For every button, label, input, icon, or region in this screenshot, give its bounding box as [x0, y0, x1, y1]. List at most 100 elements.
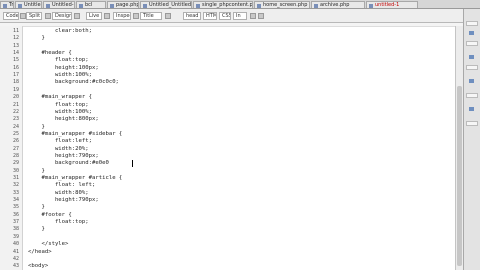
toolbar-icon[interactable]	[250, 13, 256, 19]
file-icon	[369, 4, 373, 8]
document-tab[interactable]: page.php	[107, 1, 139, 8]
code-text: }	[28, 204, 45, 211]
line-number: 16	[12, 64, 19, 71]
code-line: 23 height:800px;	[0, 116, 455, 123]
code-line: 36 #footer {	[0, 212, 455, 219]
code-text: height:790px;	[28, 197, 99, 204]
code-text: height:100px;	[28, 64, 99, 71]
code-line: 38 }	[0, 226, 455, 233]
panel-button[interactable]	[466, 121, 478, 126]
scrollbar-thumb[interactable]	[457, 86, 462, 266]
file-icon	[79, 4, 83, 8]
code-text: }	[28, 35, 45, 42]
line-number: 29	[12, 160, 19, 167]
tab-label: bcl	[85, 2, 93, 8]
toolbar-item[interactable]: Live	[86, 12, 102, 20]
panel-icon[interactable]	[469, 31, 474, 35]
code-text: #footer {	[28, 211, 72, 218]
tab-label: home_screen.php	[263, 2, 308, 8]
line-number: 43	[12, 263, 19, 270]
toolbar-icon[interactable]	[45, 13, 51, 19]
tab-label: archive.php	[320, 2, 350, 8]
line-number: 38	[12, 226, 19, 233]
code-line: 33 width:80%;	[0, 190, 455, 197]
toolbar-item[interactable]: HTML	[203, 12, 217, 20]
file-icon	[110, 4, 114, 8]
toolbar-item[interactable]: Inspect	[113, 12, 131, 20]
toolbar-icon[interactable]	[74, 13, 80, 19]
code-text: clear:both;	[28, 28, 92, 34]
code-text: float:top;	[28, 101, 89, 108]
code-text: </style>	[28, 241, 69, 248]
toolbar-item[interactable]: Title	[140, 12, 162, 20]
toolbar-item[interactable]: head	[183, 12, 201, 20]
toolbar-icon[interactable]	[20, 13, 26, 19]
file-icon	[143, 4, 147, 8]
document-tab[interactable]: Untitled-2	[15, 1, 42, 8]
panel-button[interactable]	[466, 21, 478, 26]
line-number: 41	[12, 248, 19, 255]
toolbar-icon[interactable]	[258, 13, 264, 19]
line-number: 15	[12, 57, 19, 64]
line-number: 35	[12, 204, 19, 211]
line-number: 11	[12, 28, 19, 34]
line-number: 28	[12, 152, 19, 159]
line-number: 20	[12, 94, 19, 101]
panel-icon[interactable]	[469, 55, 474, 59]
code-text: float:top;	[28, 57, 89, 64]
toolbar-icon[interactable]	[133, 13, 139, 19]
code-text: #main_wrapper {	[28, 94, 92, 101]
code-line: 17 width:100%;	[0, 72, 455, 79]
code-text: <body>	[28, 263, 49, 270]
file-icon	[3, 4, 7, 8]
line-number: 42	[12, 255, 19, 262]
panel-button[interactable]	[466, 65, 478, 70]
document-tab[interactable]: Untitled-3	[43, 1, 75, 8]
panel-button[interactable]	[466, 93, 478, 98]
code-line: 24 }	[0, 124, 455, 131]
code-line: 37 float:top;	[0, 219, 455, 226]
code-text: #main_wrapper #article {	[28, 175, 123, 181]
panel-icon[interactable]	[469, 107, 474, 111]
document-tab[interactable]: Untitled_Untitled.php	[140, 1, 192, 8]
document-tab[interactable]: Tr	[0, 1, 14, 8]
document-tab[interactable]: untitled-1	[366, 1, 418, 8]
toolbar-item[interactable]: In	[233, 12, 247, 20]
tab-label: Untitled-2	[24, 2, 41, 8]
document-tab[interactable]: home_screen.php	[254, 1, 310, 8]
code-line: 40 </style>	[0, 241, 455, 248]
code-editor[interactable]: 11 clear:both; 12 } 13 14 #header {15 float…	[0, 26, 455, 270]
side-panel	[463, 9, 480, 270]
file-icon	[46, 4, 50, 8]
line-number: 30	[12, 167, 19, 174]
code-line: 15 float:top;	[0, 57, 455, 64]
panel-icon[interactable]	[469, 79, 474, 83]
line-number: 32	[12, 182, 19, 189]
toolbar-icon[interactable]	[165, 13, 171, 19]
toolbar-icon[interactable]	[104, 13, 110, 19]
code-text: float: left;	[28, 182, 96, 189]
document-tab[interactable]: archive.php	[311, 1, 365, 8]
code-line: 14 #header {	[0, 50, 455, 57]
file-icon	[257, 4, 261, 8]
toolbar-item[interactable]: CSS	[219, 12, 231, 20]
file-icon	[314, 4, 318, 8]
toolbar-item[interactable]: Design	[52, 12, 72, 20]
toolbar-item[interactable]: Code	[3, 12, 19, 20]
document-tab[interactable]: bcl	[76, 1, 106, 8]
code-line: 31 #main_wrapper #article {	[0, 175, 455, 182]
document-tab[interactable]: single_phpcontent.php	[193, 1, 253, 8]
document-tab-bar: Tr Untitled-2 Untitled-3 bcl page.php Untitle…	[0, 0, 480, 9]
code-text: width:80%;	[28, 189, 89, 196]
toolbar-item[interactable]: Split	[26, 12, 42, 20]
code-line: 28 height:790px;	[0, 153, 455, 160]
code-line: 18 background:#c0c0c0;	[0, 79, 455, 86]
code-line: 13	[0, 43, 455, 50]
line-number: 37	[12, 219, 19, 226]
code-text: width:100%;	[28, 108, 92, 115]
panel-button[interactable]	[466, 41, 478, 46]
line-number: 36	[12, 211, 19, 218]
code-line: 12 }	[0, 35, 455, 42]
vertical-scrollbar[interactable]	[455, 26, 463, 270]
tab-label: Untitled-3	[52, 2, 75, 8]
